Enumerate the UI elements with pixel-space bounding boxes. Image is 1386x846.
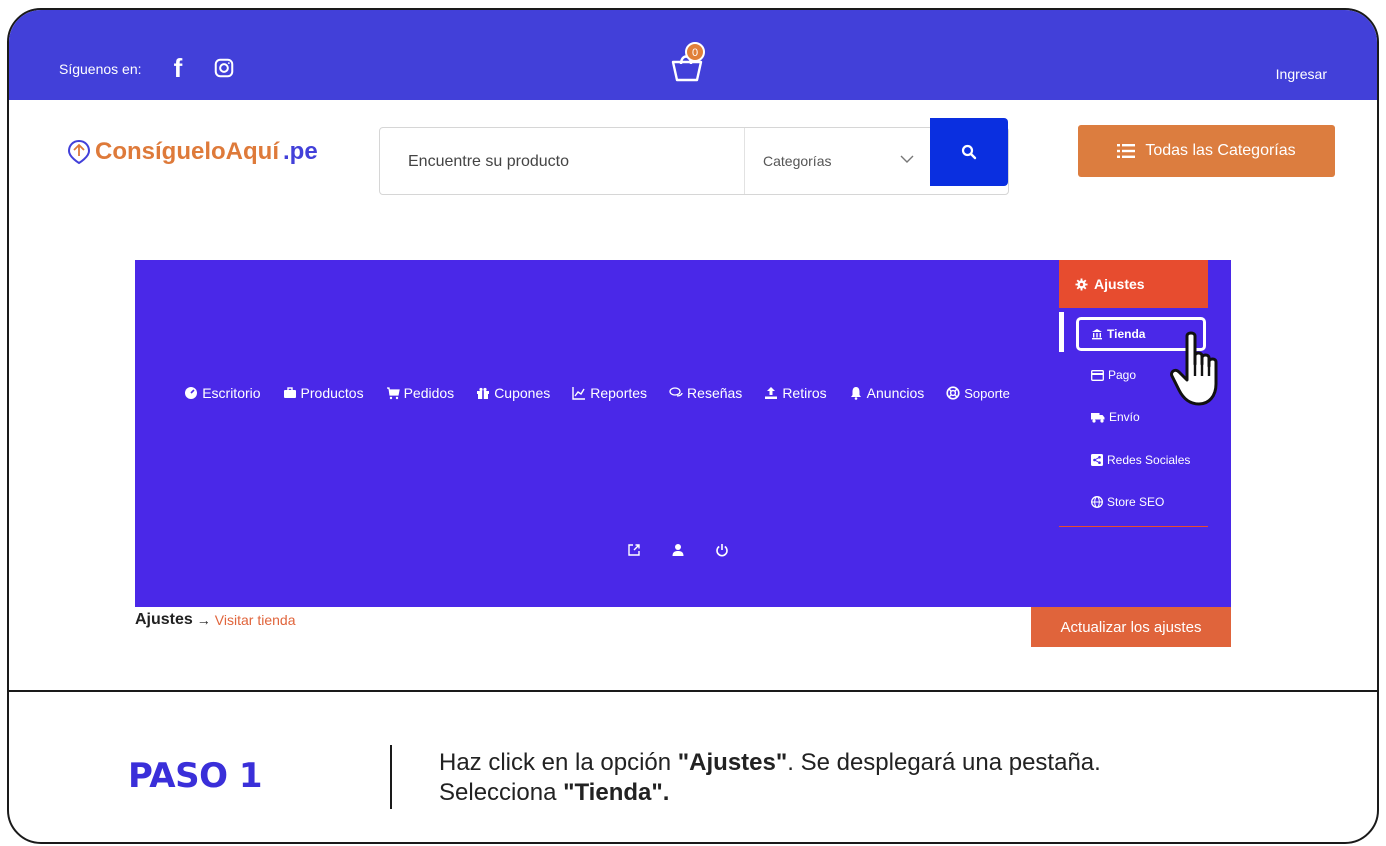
dashboard-icon (184, 386, 198, 400)
lifebuoy-icon (946, 386, 960, 400)
settings-item-store-seo[interactable]: Store SEO (1091, 495, 1164, 509)
cart-count: 0 (692, 47, 698, 59)
breadcrumb: Ajustes → Visitar tienda (135, 611, 295, 629)
globe-icon (1091, 496, 1103, 508)
search-button[interactable] (930, 118, 1008, 186)
settings-submenu: Ajustes Tienda Pago Envío Redes Sociales (1059, 260, 1231, 607)
truck-icon (1091, 412, 1105, 423)
briefcase-icon (283, 386, 297, 400)
step-label: PASO 1 (128, 756, 263, 796)
breadcrumb-title: Ajustes (135, 611, 193, 628)
panel-footer-icons (627, 543, 729, 562)
category-select[interactable]: Categorías (744, 128, 930, 194)
visit-store-link[interactable]: Visitar tienda (215, 612, 296, 628)
instruction-footer: PASO 1 Haz click en la opción "Ajustes".… (9, 690, 1377, 842)
nav-item-escritorio[interactable]: Escritorio (184, 385, 261, 401)
nav-item-resenas[interactable]: Reseñas (669, 385, 742, 401)
logo-tld: .pe (282, 138, 318, 165)
settings-divider (1059, 526, 1208, 527)
update-settings-button[interactable]: Actualizar los ajustes (1031, 607, 1231, 647)
shopping-bag-icon[interactable]: 0 (667, 40, 707, 84)
instruction-text: Haz click en la opción "Ajustes". Se des… (439, 749, 1101, 806)
search-input[interactable]: Encuentre su producto (408, 153, 569, 171)
nav-item-productos[interactable]: Productos (283, 385, 364, 401)
cart-icon (386, 386, 400, 400)
share-icon (1091, 454, 1103, 466)
list-icon (1117, 144, 1136, 158)
gear-icon (1075, 277, 1088, 291)
upload-icon (764, 386, 778, 400)
nav-item-anuncios[interactable]: Anuncios (849, 385, 924, 401)
site-logo[interactable]: ConsígueloAquí .pe (67, 138, 318, 166)
chevron-down-icon (900, 155, 914, 163)
settings-menu-header[interactable]: Ajustes (1059, 260, 1208, 308)
dashboard-nav: Escritorio Productos Pedidos Cupones Rep… (135, 385, 1059, 401)
active-indicator (1059, 312, 1064, 352)
pointer-hand-icon (1170, 331, 1218, 406)
user-icon[interactable] (671, 543, 685, 562)
bell-icon (849, 386, 863, 400)
all-categories-label: Todas las Categorías (1145, 142, 1296, 159)
power-icon[interactable] (715, 543, 729, 562)
nav-item-retiros[interactable]: Retiros (764, 385, 827, 401)
facebook-icon[interactable]: f (165, 53, 191, 83)
tutorial-frame: Síguenos en: f 0 Ingresar ConsígueloAquí… (7, 8, 1379, 844)
instagram-icon[interactable] (211, 55, 237, 81)
nav-item-soporte[interactable]: Soporte (946, 385, 1010, 401)
breadcrumb-arrow: → (196, 612, 211, 628)
all-categories-button[interactable]: Todas las Categorías (1078, 125, 1335, 177)
bank-icon (1092, 329, 1102, 340)
search-bar: Encuentre su producto Categorías (379, 127, 1009, 195)
follow-label: Síguenos en: (59, 61, 142, 77)
site-header: ConsígueloAquí .pe Encuentre su producto … (9, 100, 1377, 200)
external-link-icon[interactable] (627, 543, 641, 562)
search-icon (961, 144, 977, 160)
footer-divider (390, 745, 392, 809)
vendor-dashboard-panel: Escritorio Productos Pedidos Cupones Rep… (135, 260, 1231, 607)
nav-item-pedidos[interactable]: Pedidos (386, 385, 454, 401)
card-icon (1091, 369, 1104, 381)
settings-item-pago[interactable]: Pago (1091, 368, 1136, 382)
settings-item-redes-sociales[interactable]: Redes Sociales (1091, 453, 1190, 467)
chart-icon (572, 386, 586, 400)
comments-icon (669, 386, 683, 400)
nav-item-reportes[interactable]: Reportes (572, 385, 647, 401)
location-pin-icon (67, 139, 91, 165)
login-link[interactable]: Ingresar (1276, 66, 1327, 82)
top-bar: Síguenos en: f 0 Ingresar (9, 10, 1377, 100)
nav-item-cupones[interactable]: Cupones (476, 385, 550, 401)
settings-item-envio[interactable]: Envío (1091, 410, 1140, 424)
category-select-value: Categorías (763, 153, 832, 169)
logo-brand: ConsígueloAquí (95, 138, 279, 165)
gift-icon (476, 386, 490, 400)
